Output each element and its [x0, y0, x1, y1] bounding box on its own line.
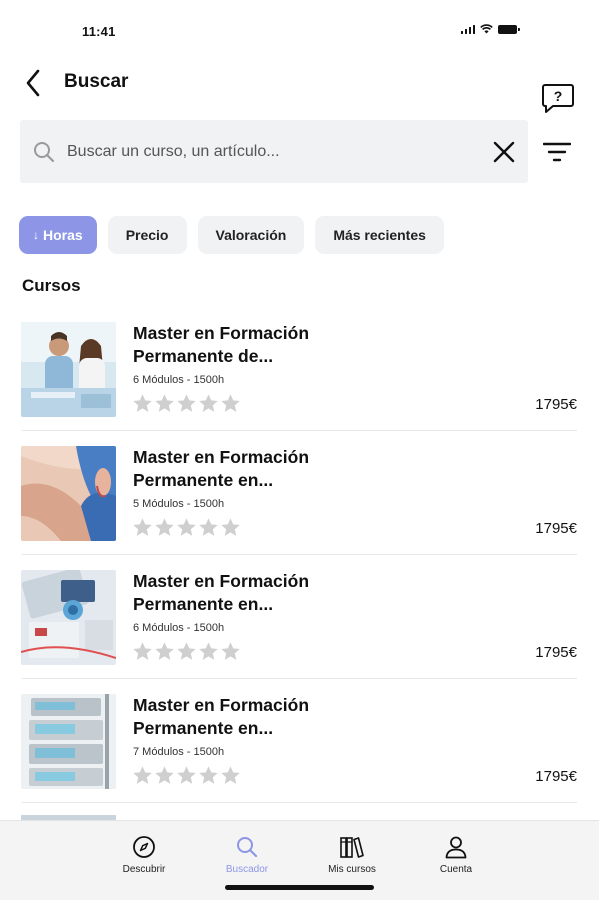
course-meta: 7 Módulos - 1500h [133, 746, 225, 758]
course-item[interactable]: Master en Formación Permanente en... 6 M… [0, 568, 599, 692]
star-icon [133, 394, 152, 412]
divider [22, 554, 577, 555]
star-icon [221, 518, 240, 536]
search-input[interactable] [67, 120, 477, 183]
books-icon [340, 837, 364, 858]
course-thumbnail [21, 570, 116, 665]
compass-icon [133, 836, 155, 858]
chevron-left-icon [26, 69, 40, 97]
chip-label: Precio [125, 227, 169, 243]
course-item[interactable]: Master en Formación Permanente en... 5 M… [0, 444, 599, 568]
tab-buscador[interactable]: Buscador [207, 835, 287, 875]
home-indicator [225, 885, 374, 890]
section-title: Cursos [22, 276, 81, 295]
chip-horas[interactable]: ↓ Horas [19, 216, 97, 254]
user-icon [445, 836, 467, 859]
filter-icon [542, 142, 572, 162]
status-time: 11:41 [82, 24, 116, 39]
search-icon [34, 142, 55, 163]
star-icon [177, 518, 196, 536]
course-item[interactable]: Master en Formación Permanente en... 7 M… [0, 692, 599, 816]
course-price: 1795€ [535, 644, 577, 661]
course-item[interactable]: Master en Formación Permanente de... 6 M… [0, 320, 599, 444]
close-icon [493, 141, 515, 163]
star-icon [177, 394, 196, 412]
status-bar: 11:41 [0, 0, 599, 60]
star-icon [155, 518, 174, 536]
page-title: Buscar [64, 71, 129, 92]
course-list: Master en Formación Permanente de... 6 M… [0, 320, 599, 816]
tab-cuenta[interactable]: Cuenta [416, 835, 496, 875]
search-icon [237, 837, 258, 858]
star-icon [221, 642, 240, 660]
rating-stars [132, 641, 241, 662]
star-icon [221, 766, 240, 784]
star-icon [155, 642, 174, 660]
chip-mas-recientes[interactable]: Más recientes [315, 216, 444, 254]
battery-icon [498, 24, 520, 34]
tab-label: Mis cursos [328, 864, 376, 875]
course-price: 1795€ [535, 768, 577, 785]
star-icon [199, 642, 218, 660]
chip-label: Horas [43, 227, 83, 243]
star-icon [133, 518, 152, 536]
course-meta: 6 Módulos - 1500h [133, 622, 225, 634]
star-icon [155, 394, 174, 412]
star-icon [177, 642, 196, 660]
tab-label: Buscador [225, 864, 269, 875]
star-icon [133, 766, 152, 784]
tab-label: Descubrir [122, 864, 166, 875]
tab-label: Cuenta [439, 864, 473, 875]
course-title: Master en Formación Permanente en... [133, 571, 310, 614]
star-icon [199, 518, 218, 536]
chip-label: Valoración [215, 227, 287, 243]
divider [22, 430, 577, 431]
star-icon [221, 394, 240, 412]
chip-label: Más recientes [333, 227, 426, 243]
course-thumbnail [21, 446, 116, 541]
star-icon [133, 642, 152, 660]
star-icon [199, 394, 218, 412]
course-thumbnail [21, 322, 116, 417]
star-icon [199, 766, 218, 784]
back-button[interactable] [18, 66, 48, 100]
tab-descubrir[interactable]: Descubrir [104, 835, 184, 875]
rating-stars [132, 765, 241, 786]
help-chat-icon: ? [542, 84, 574, 113]
status-icons [460, 24, 520, 34]
course-title: Master en Formación Permanente de... [133, 323, 310, 366]
course-meta: 6 Módulos - 1500h [133, 374, 225, 386]
help-button[interactable]: ? [541, 82, 577, 116]
sort-chips: ↓ Horas Precio Valoración Más recientes [19, 216, 444, 254]
svg-text:?: ? [554, 88, 563, 104]
chip-valoracion[interactable]: Valoración [197, 216, 305, 254]
search-bar [20, 120, 528, 183]
course-price: 1795€ [535, 396, 577, 413]
course-thumbnail [21, 694, 116, 789]
divider [22, 802, 577, 803]
star-icon [155, 766, 174, 784]
course-meta: 5 Módulos - 1500h [133, 498, 225, 510]
divider [22, 678, 577, 679]
filter-button[interactable] [542, 140, 572, 169]
star-icon [177, 766, 196, 784]
course-price: 1795€ [535, 520, 577, 537]
arrow-down-icon: ↓ [33, 228, 39, 242]
chip-precio[interactable]: Precio [107, 216, 187, 254]
course-title: Master en Formación Permanente en... [133, 447, 310, 490]
clear-search-button[interactable] [492, 140, 516, 169]
rating-stars [132, 517, 241, 538]
tab-mis-cursos[interactable]: Mis cursos [312, 835, 392, 875]
course-title: Master en Formación Permanente en... [133, 695, 310, 738]
signal-icon [460, 24, 475, 34]
wifi-icon [480, 24, 493, 34]
rating-stars [132, 393, 241, 414]
header: Buscar ? [0, 60, 599, 113]
